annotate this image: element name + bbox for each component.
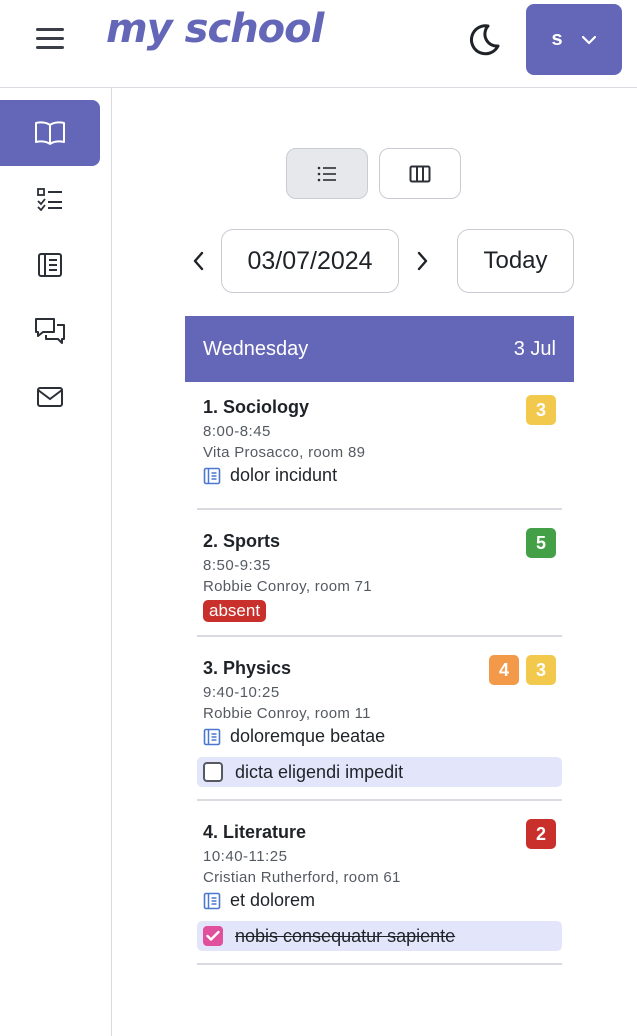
lesson-title: 2. Sports [203, 531, 281, 551]
homework-item[interactable]: dolor incidunt [203, 465, 337, 486]
homework-item[interactable]: doloremque beatae [203, 726, 385, 747]
task-item[interactable]: dicta eligendi impedit [197, 757, 562, 787]
grade-badge[interactable]: 3 [526, 655, 556, 685]
book-icon [35, 121, 65, 145]
chevron-right-icon [417, 251, 428, 271]
grade-badge[interactable]: 3 [526, 395, 556, 425]
grade-badge[interactable]: 4 [489, 655, 519, 685]
day-date: 3 Jul [513, 337, 556, 360]
app-logo[interactable]: my school [106, 6, 324, 52]
day-header: Wednesday 3 Jul [185, 316, 574, 382]
day-weekday: Wednesday [203, 337, 309, 360]
lesson-time: 8:00-8:45 [203, 423, 271, 440]
chat-icon [35, 318, 65, 344]
user-menu-button[interactable]: s [526, 4, 622, 75]
lesson-title: 4. Literature [203, 822, 307, 842]
lesson-teacher: Cristian Rutherford, room 61 [203, 869, 401, 886]
sidebar-item-mail[interactable] [0, 364, 100, 430]
chevron-left-icon [193, 251, 204, 271]
grade-badge[interactable]: 5 [526, 528, 556, 558]
sidebar-item-grades[interactable] [0, 232, 100, 298]
lesson-title: 3. Physics [203, 658, 292, 678]
journal-icon [38, 253, 62, 277]
list-view-button[interactable] [286, 148, 368, 199]
homework-text: dolor incidunt [230, 465, 338, 485]
next-day-button[interactable] [410, 245, 436, 277]
checkmark-icon [206, 930, 220, 941]
sidebar [0, 88, 112, 1036]
homework-icon [203, 892, 221, 909]
homework-item[interactable]: et dolorem [203, 890, 315, 911]
lesson-teacher: Robbie Conroy, room 71 [203, 578, 372, 595]
lesson-card[interactable]: 1. Sociology 8:00-8:45 Vita Prosacco, ro… [197, 395, 562, 510]
lesson-card[interactable]: 3. Physics 9:40-10:25 Robbie Conroy, roo… [197, 655, 562, 801]
lesson-teacher: Vita Prosacco, room 89 [203, 444, 366, 461]
lesson-card[interactable]: 4. Literature 10:40-11:25 Cristian Ruthe… [197, 819, 562, 965]
task-checkbox[interactable] [203, 926, 223, 946]
sidebar-item-tasks[interactable] [0, 166, 100, 232]
sidebar-item-timetable[interactable] [0, 100, 100, 166]
grade-badge[interactable]: 2 [526, 819, 556, 849]
today-button[interactable]: Today [457, 229, 574, 293]
homework-text: et dolorem [230, 890, 316, 910]
lesson-teacher: Robbie Conroy, room 11 [203, 705, 371, 722]
date-picker[interactable]: 03/07/2024 [221, 229, 399, 293]
checklist-icon [37, 188, 62, 211]
lesson-time: 9:40-10:25 [203, 684, 280, 701]
dark-mode-moon-icon[interactable] [466, 22, 502, 58]
task-text: dicta eligendi impedit [235, 761, 404, 782]
columns-icon [409, 165, 431, 182]
lesson-time: 10:40-11:25 [203, 848, 288, 865]
user-initial: s [551, 28, 563, 50]
lesson-card[interactable]: 2. Sports 8:50-9:35 Robbie Conroy, room … [197, 528, 562, 637]
menu-icon[interactable] [36, 28, 64, 50]
week-view-button[interactable] [379, 148, 461, 199]
mail-icon [37, 387, 63, 407]
lesson-time: 8:50-9:35 [203, 557, 271, 574]
previous-day-button[interactable] [185, 245, 211, 277]
task-item[interactable]: nobis consequatur sapiente [197, 921, 562, 951]
lesson-title: 1. Sociology [203, 397, 310, 417]
sidebar-item-messages[interactable] [0, 298, 100, 364]
homework-icon [203, 467, 221, 484]
task-checkbox[interactable] [203, 762, 223, 782]
chevron-down-icon [581, 35, 596, 44]
homework-icon [203, 728, 221, 745]
absent-badge: absent [203, 600, 267, 622]
task-text: nobis consequatur sapiente [235, 925, 456, 946]
homework-text: doloremque beatae [230, 726, 386, 746]
app-header: my school s [0, 0, 637, 88]
list-icon [317, 166, 336, 181]
